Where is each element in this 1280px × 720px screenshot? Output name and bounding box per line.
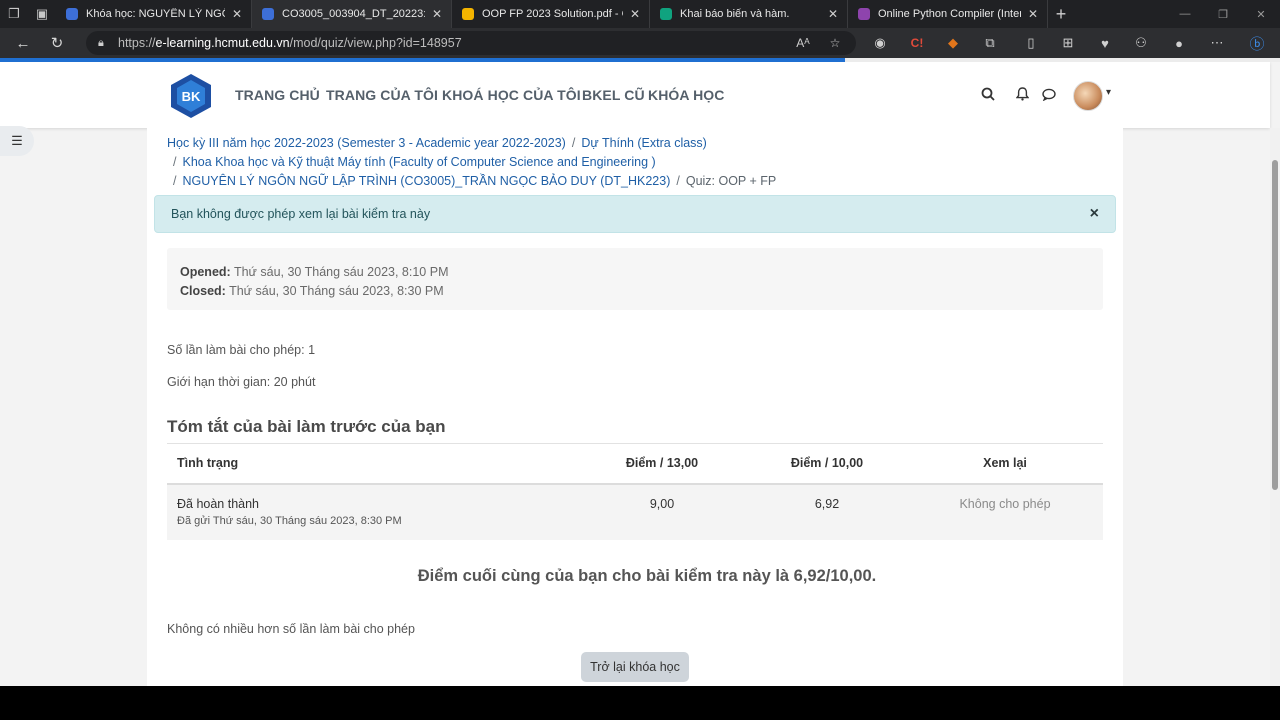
chatgpt-favicon-icon [660,8,672,20]
table-row: Đã hoàn thành Đã gửi Thứ sáu, 30 Tháng s… [167,483,1103,540]
chat-icon[interactable] [1039,84,1059,104]
web-page: BK TRANG CHỦ TRANG CỦA TÔI KHOÁ HỌC CỦA … [0,62,1280,686]
review-not-allowed-alert: Bạn không được phép xem lại bài kiểm tra… [154,195,1116,233]
new-tab-icon[interactable]: + [1048,4,1074,25]
profile-icon[interactable]: ● [1166,28,1192,58]
moodle-favicon-icon [262,8,274,20]
time-limit: Giới hạn thời gian: 20 phút [167,375,316,389]
bing-copilot-icon[interactable]: ⓑ [1244,28,1270,58]
close-window-icon[interactable]: ✕ [1242,0,1280,28]
opened-label: Opened: [180,265,231,279]
status-cell: Đã hoàn thành Đã gửi Thứ sáu, 30 Tháng s… [167,483,577,540]
review-cell: Không cho phép [907,483,1103,540]
close-tab-icon[interactable]: ✕ [1025,7,1041,21]
address-bar[interactable]: 🔒︎ https://e-learning.hcmut.edu.vn/mod/q… [86,31,856,55]
closed-value: Thứ sáu, 30 Tháng sáu 2023, 8:30 PM [229,284,444,298]
column-header-grade: Điểm / 10,00 [747,443,907,485]
scrollbar-thumb[interactable] [1272,160,1278,490]
closed-label: Closed: [180,284,226,298]
workspaces-icon[interactable]: ❐ [0,0,28,28]
close-tab-icon[interactable]: ✕ [229,7,245,21]
table-header-row: Tình trạng Điểm / 13,00 Điểm / 10,00 Xem… [167,443,1103,485]
no-more-attempts: Không có nhiều hơn số lần làm bài cho ph… [167,622,415,636]
metamask-icon[interactable]: ◆ [940,28,966,58]
nav-link-my-courses[interactable]: KHOÁ HỌC CỦA TÔI [442,87,581,103]
lock-icon: 🔒︎ [98,36,104,49]
moodle-favicon-icon [66,8,78,20]
summary-heading: Tóm tắt của bài làm trước của bạn [167,417,446,436]
close-tab-icon[interactable]: ✕ [429,7,445,21]
minimize-icon[interactable]: — [1166,0,1204,28]
bk-logo[interactable]: BK [167,72,215,120]
attempt-submitted: Đã gửi Thứ sáu, 30 Tháng sáu 2023, 8:30 … [177,514,402,527]
compiler-favicon-icon [858,8,870,20]
browser-tab-strip: ❐ ▣ Khóa học: NGUYÊN LÝ NGÔN NGỮ ✕ CO300… [0,0,1280,28]
drive-favicon-icon [462,8,474,20]
user-avatar[interactable] [1073,81,1103,111]
browser-tab-1[interactable]: Khóa học: NGUYÊN LÝ NGÔN NGỮ ✕ [56,0,252,28]
more-menu-icon[interactable]: ⋯ [1204,28,1230,58]
marks-cell: 9,00 [577,483,747,540]
breadcrumb-extra-class[interactable]: Dự Thính (Extra class) [581,136,707,150]
grade-cell: 6,92 [747,483,907,540]
bell-icon[interactable] [1012,84,1032,104]
browser-tab-5[interactable]: Online Python Compiler (Interpreter) ✕ [848,0,1048,28]
favorite-star-icon[interactable]: ☆ [823,31,847,55]
course-index-toggle[interactable]: ☰ [0,126,34,156]
nav-link-home[interactable]: TRANG CHỦ [235,87,320,103]
back-arrow-icon[interactable]: ← [6,28,40,58]
read-aloud-icon[interactable]: Aᴬ [791,31,815,55]
breadcrumb-faculty[interactable]: Khoa Khoa học và Kỹ thuật Máy tính (Facu… [182,155,655,169]
letterbox-bar [0,686,1280,720]
share-icon[interactable]: ⚇ [1128,28,1154,58]
breadcrumb-semester[interactable]: Học kỳ III năm học 2022-2023 (Semester 3… [167,136,566,150]
breadcrumb-current: Quiz: OOP + FP [685,174,777,188]
breadcrumb: Học kỳ III năm học 2022-2023 (Semester 3… [167,136,777,188]
back-to-course-button[interactable]: Trở lại khóa học [581,652,689,682]
browser-tab-2[interactable]: CO3005_003904_DT_20223: Quiz ✕ [252,0,452,28]
opened-value: Thứ sáu, 30 Tháng sáu 2023, 8:10 PM [233,265,449,279]
extension-c-icon[interactable]: C! [904,28,930,58]
browser-tab-4[interactable]: Khai báo biến và hàm. ✕ [650,0,848,28]
close-icon[interactable]: × [1090,205,1099,223]
extensions-puzzle-icon[interactable]: ⧉ [977,28,1003,58]
close-tab-icon[interactable]: ✕ [627,7,643,21]
chevron-down-icon[interactable]: ▾ [1106,87,1111,98]
attempts-summary-table: Tình trạng Điểm / 13,00 Điểm / 10,00 Xem… [167,443,1103,540]
tab-actions-icon[interactable]: ▣ [28,0,56,28]
alert-message: Bạn không được phép xem lại bài kiểm tra… [171,207,431,221]
maximize-icon[interactable]: ❐ [1204,0,1242,28]
column-header-marks: Điểm / 13,00 [577,443,747,485]
attempts-allowed: Số lần làm bài cho phép: 1 [167,343,316,357]
final-grade: Điểm cuối cùng của bạn cho bài kiểm tra … [417,567,877,585]
main-content: Học kỳ III năm học 2022-2023 (Semester 3… [147,128,1123,686]
svg-text:BK: BK [182,89,201,104]
column-header-status: Tình trạng [167,443,577,485]
quiz-dates: Opened: Thứ sáu, 30 Tháng sáu 2023, 8:10… [167,248,1103,310]
extension-circle-icon[interactable]: ◉ [867,28,893,58]
nav-link-courses[interactable]: KHÓA HỌC [648,87,725,103]
collections-icon[interactable]: ⊞ [1055,28,1081,58]
nav-link-old-bkel[interactable]: BKEL CŨ [582,87,645,103]
close-tab-icon[interactable]: ✕ [825,7,841,21]
performance-icon[interactable]: ♥ [1092,28,1118,58]
breadcrumb-course[interactable]: NGUYÊN LÝ NGÔN NGỮ LẬP TRÌNH (CO3005)_TR… [182,174,670,188]
column-header-review: Xem lại [907,443,1103,485]
reload-icon[interactable]: ↻ [40,28,74,58]
browser-tab-3[interactable]: OOP FP 2023 Solution.pdf - Google ✕ [452,0,650,28]
attempt-status: Đã hoàn thành [177,496,260,511]
search-icon[interactable] [978,84,998,104]
list-icon: ☰ [11,133,23,148]
split-screen-icon[interactable]: ▯ [1018,28,1044,58]
nav-link-my-page[interactable]: TRANG CỦA TÔI [326,87,438,103]
site-navbar: BK TRANG CHỦ TRANG CỦA TÔI KHOÁ HỌC CỦA … [0,62,1270,128]
